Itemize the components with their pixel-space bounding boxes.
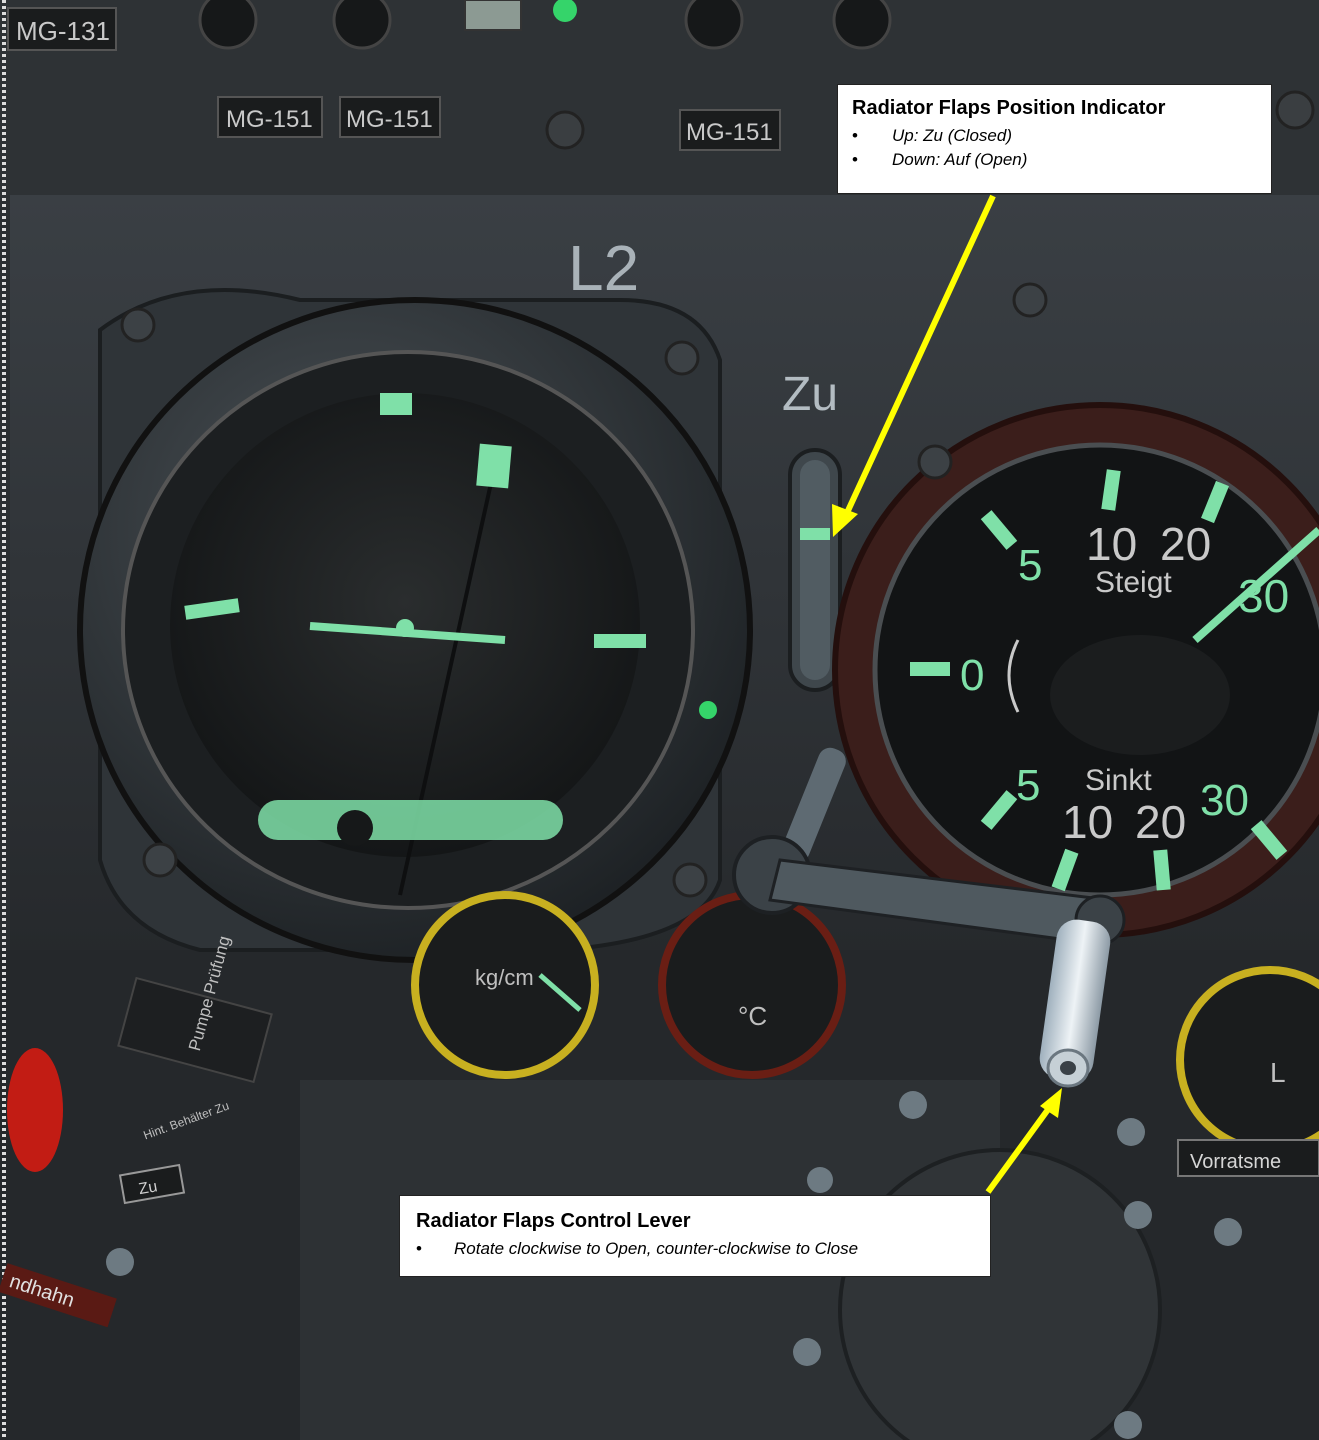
vsi-num-0: 0 bbox=[960, 651, 984, 700]
panel-label-l2: L2 bbox=[568, 232, 639, 304]
gauge-celsius-label: °C bbox=[738, 1001, 767, 1031]
callout-title: Radiator Flaps Position Indicator bbox=[852, 97, 1166, 119]
vsi-num-10-down: 10 bbox=[1062, 796, 1113, 848]
radiator-flaps-position-indicator-callout: Radiator Flaps Position Indicator Up: Zu… bbox=[837, 84, 1272, 194]
radiator-flaps-control-lever-callout: Radiator Flaps Control Lever Rotate cloc… bbox=[399, 1195, 991, 1277]
placard-mg151-b: MG-151 bbox=[346, 106, 433, 133]
vsi-sinkt-label: Sinkt bbox=[1085, 764, 1152, 797]
label-vorratsme: Vorratsme bbox=[1190, 1151, 1281, 1173]
vsi-num-10-up: 10 bbox=[1086, 518, 1137, 570]
callout-bullet: Rotate clockwise to Open, counter-clockw… bbox=[416, 1237, 978, 1261]
vsi-steigt-label: Steigt bbox=[1095, 566, 1172, 599]
vsi-num-30-up: 30 bbox=[1238, 570, 1289, 622]
vsi-num-30-down: 30 bbox=[1200, 776, 1249, 825]
callout-bullet: Up: Zu (Closed) bbox=[852, 124, 1259, 148]
vsi-num-5-up: 5 bbox=[1018, 541, 1042, 590]
vsi-num-20-up: 20 bbox=[1160, 518, 1211, 570]
gauge-l-label: L bbox=[1270, 1057, 1286, 1088]
gauge-kgcm-label: kg/cm bbox=[475, 965, 534, 990]
callout-title: Radiator Flaps Control Lever bbox=[416, 1210, 691, 1232]
callout-bullet: Down: Auf (Open) bbox=[852, 148, 1259, 172]
lower-round-plate bbox=[838, 1148, 1162, 1440]
label-zu-small: Zu bbox=[137, 1178, 158, 1198]
artificial-horizon bbox=[77, 288, 753, 963]
vsi-num-5-down: 5 bbox=[1016, 761, 1040, 810]
placard-mg151-a: MG-151 bbox=[226, 106, 313, 133]
placard-mg151-c: MG-151 bbox=[686, 119, 773, 146]
indicator-top-label: Zu bbox=[782, 368, 838, 421]
vsi-num-20-down: 20 bbox=[1135, 796, 1186, 848]
placard-mg131: MG-131 bbox=[16, 16, 110, 46]
